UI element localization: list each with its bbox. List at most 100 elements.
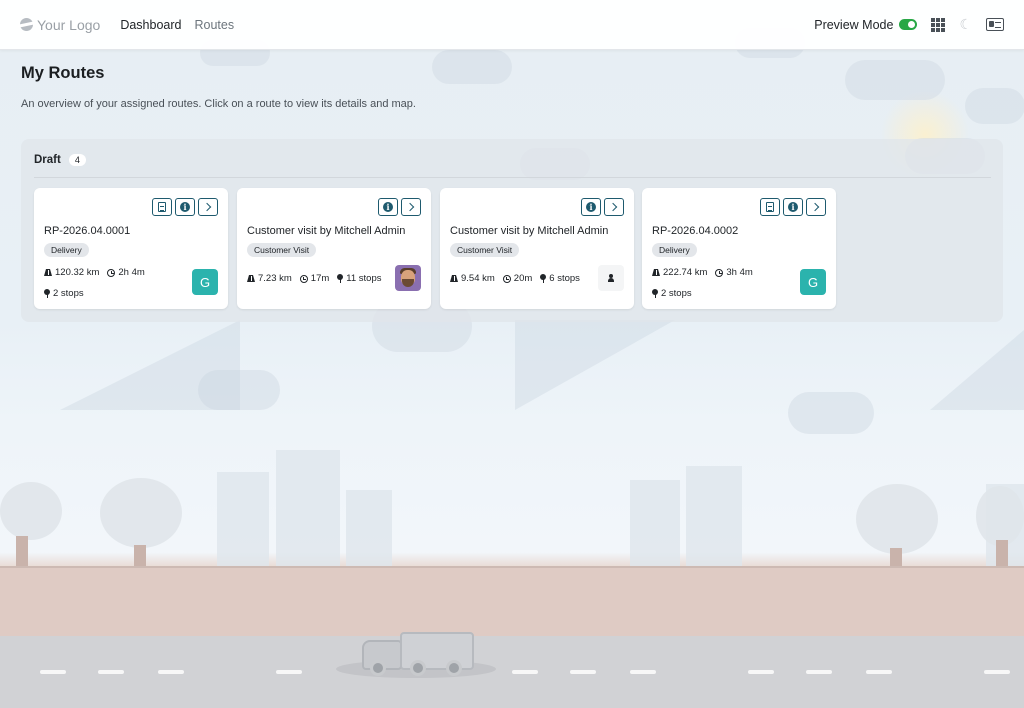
assignee-avatar: G (192, 269, 218, 295)
tree (100, 478, 182, 548)
route-stops: 2 stops (661, 288, 692, 299)
map-pin-icon (337, 274, 344, 283)
route-type-badge: Customer Visit (450, 243, 520, 257)
cloud (845, 60, 945, 100)
info-button[interactable]: i (175, 198, 195, 216)
open-route-button[interactable] (401, 198, 421, 216)
route-distance: 7.23 km (258, 273, 292, 284)
info-button[interactable]: i (378, 198, 398, 216)
mountain-shape (60, 320, 240, 410)
assignee-avatar: G (800, 269, 826, 295)
tree (0, 482, 62, 540)
road-icon (247, 275, 255, 282)
logo[interactable]: Your Logo (20, 17, 100, 33)
route-distance: 222.74 km (663, 267, 708, 278)
road-icon (450, 275, 458, 282)
route-type-badge: Customer Visit (247, 243, 317, 257)
group-count-badge: 4 (68, 154, 86, 166)
route-type-badge: Delivery (44, 243, 89, 257)
truck-wheel (446, 660, 462, 676)
card-actions: i (378, 198, 421, 216)
road-icon (652, 269, 660, 276)
route-distance: 120.32 km (55, 267, 100, 278)
building (686, 466, 742, 568)
route-metrics: 222.74 km 3h 4m (652, 267, 753, 278)
route-stops: 6 stops (549, 273, 580, 284)
route-title: RP-2026.04.0001 (44, 225, 131, 237)
road-icon (44, 269, 52, 276)
chevron-right-icon (810, 202, 820, 212)
map-pin-icon (652, 289, 658, 298)
apps-grid-icon[interactable] (931, 17, 946, 32)
card-actions: i (760, 198, 826, 216)
info-icon: i (180, 202, 190, 212)
cloud (788, 392, 874, 434)
info-button[interactable]: i (783, 198, 803, 216)
info-icon: i (383, 202, 393, 212)
route-card[interactable]: i RP-2026.04.0001 Delivery 120.32 km 2h … (34, 188, 228, 309)
nav-dashboard[interactable]: Dashboard (120, 18, 181, 32)
mountain-shape (515, 320, 675, 410)
route-card[interactable]: i RP-2026.04.0002 Delivery 222.74 km 3h … (642, 188, 836, 309)
page-subtitle: An overview of your assigned routes. Cli… (21, 98, 416, 110)
doc-icon (158, 202, 166, 212)
report-button[interactable] (760, 198, 780, 216)
clock-icon (502, 274, 511, 283)
info-icon: i (586, 202, 596, 212)
dark-mode-moon-icon[interactable]: ☾ (959, 16, 972, 33)
doc-icon (766, 202, 774, 212)
clock-icon (715, 268, 724, 277)
tree (976, 486, 1024, 546)
mountain-shape (930, 330, 1024, 410)
profile-card-icon[interactable] (986, 18, 1004, 31)
route-metrics: 7.23 km 17m 11 stops (247, 273, 382, 284)
route-duration: 20m (513, 273, 533, 284)
group-title: Draft (34, 154, 61, 166)
report-button[interactable] (152, 198, 172, 216)
preview-mode-toggle[interactable]: Preview Mode (814, 17, 918, 32)
route-stops-row: 2 stops (652, 288, 692, 299)
route-type-badge: Delivery (652, 243, 697, 257)
card-actions: i (152, 198, 218, 216)
route-metrics: 9.54 km 20m 6 stops (450, 273, 580, 284)
chevron-right-icon (202, 202, 212, 212)
map-pin-icon (44, 289, 50, 298)
chevron-right-icon (405, 202, 415, 212)
group-header: Draft 4 (34, 154, 86, 166)
assignee-avatar-photo (395, 265, 421, 291)
route-duration: 3h 4m (726, 267, 753, 278)
info-button[interactable]: i (581, 198, 601, 216)
route-stops: 11 stops (346, 273, 382, 284)
cloud (965, 88, 1024, 124)
info-icon: i (788, 202, 798, 212)
truck-wheel (410, 660, 426, 676)
open-route-button[interactable] (198, 198, 218, 216)
page-title: My Routes (21, 64, 105, 82)
route-card[interactable]: i Customer visit by Mitchell Admin Custo… (440, 188, 634, 309)
logo-text: Your Logo (37, 16, 101, 33)
route-title: Customer visit by Mitchell Admin (450, 225, 609, 237)
route-metrics: 120.32 km 2h 4m (44, 267, 145, 278)
building (276, 450, 340, 568)
clock-icon (299, 274, 308, 283)
route-title: Customer visit by Mitchell Admin (247, 225, 406, 237)
person-icon (608, 274, 614, 282)
map-pin-icon (540, 274, 547, 283)
divider (34, 177, 991, 178)
route-stops: 2 stops (53, 288, 84, 299)
route-duration: 17m (310, 273, 330, 284)
chevron-right-icon (608, 202, 618, 212)
top-navbar: Your Logo Dashboard Routes Preview Mode … (0, 0, 1024, 50)
nav-routes[interactable]: Routes (194, 18, 234, 32)
preview-mode-label: Preview Mode (814, 17, 894, 32)
navbar-actions: Preview Mode ☾ (814, 16, 1004, 33)
assignee-avatar-placeholder (598, 265, 624, 291)
route-card[interactable]: i Customer visit by Mitchell Admin Custo… (237, 188, 431, 309)
route-stops-row: 2 stops (44, 288, 84, 299)
clock-icon (107, 268, 116, 277)
logo-icon (20, 18, 33, 31)
building (346, 490, 392, 568)
open-route-button[interactable] (604, 198, 624, 216)
open-route-button[interactable] (806, 198, 826, 216)
toggle-switch[interactable] (899, 19, 918, 30)
